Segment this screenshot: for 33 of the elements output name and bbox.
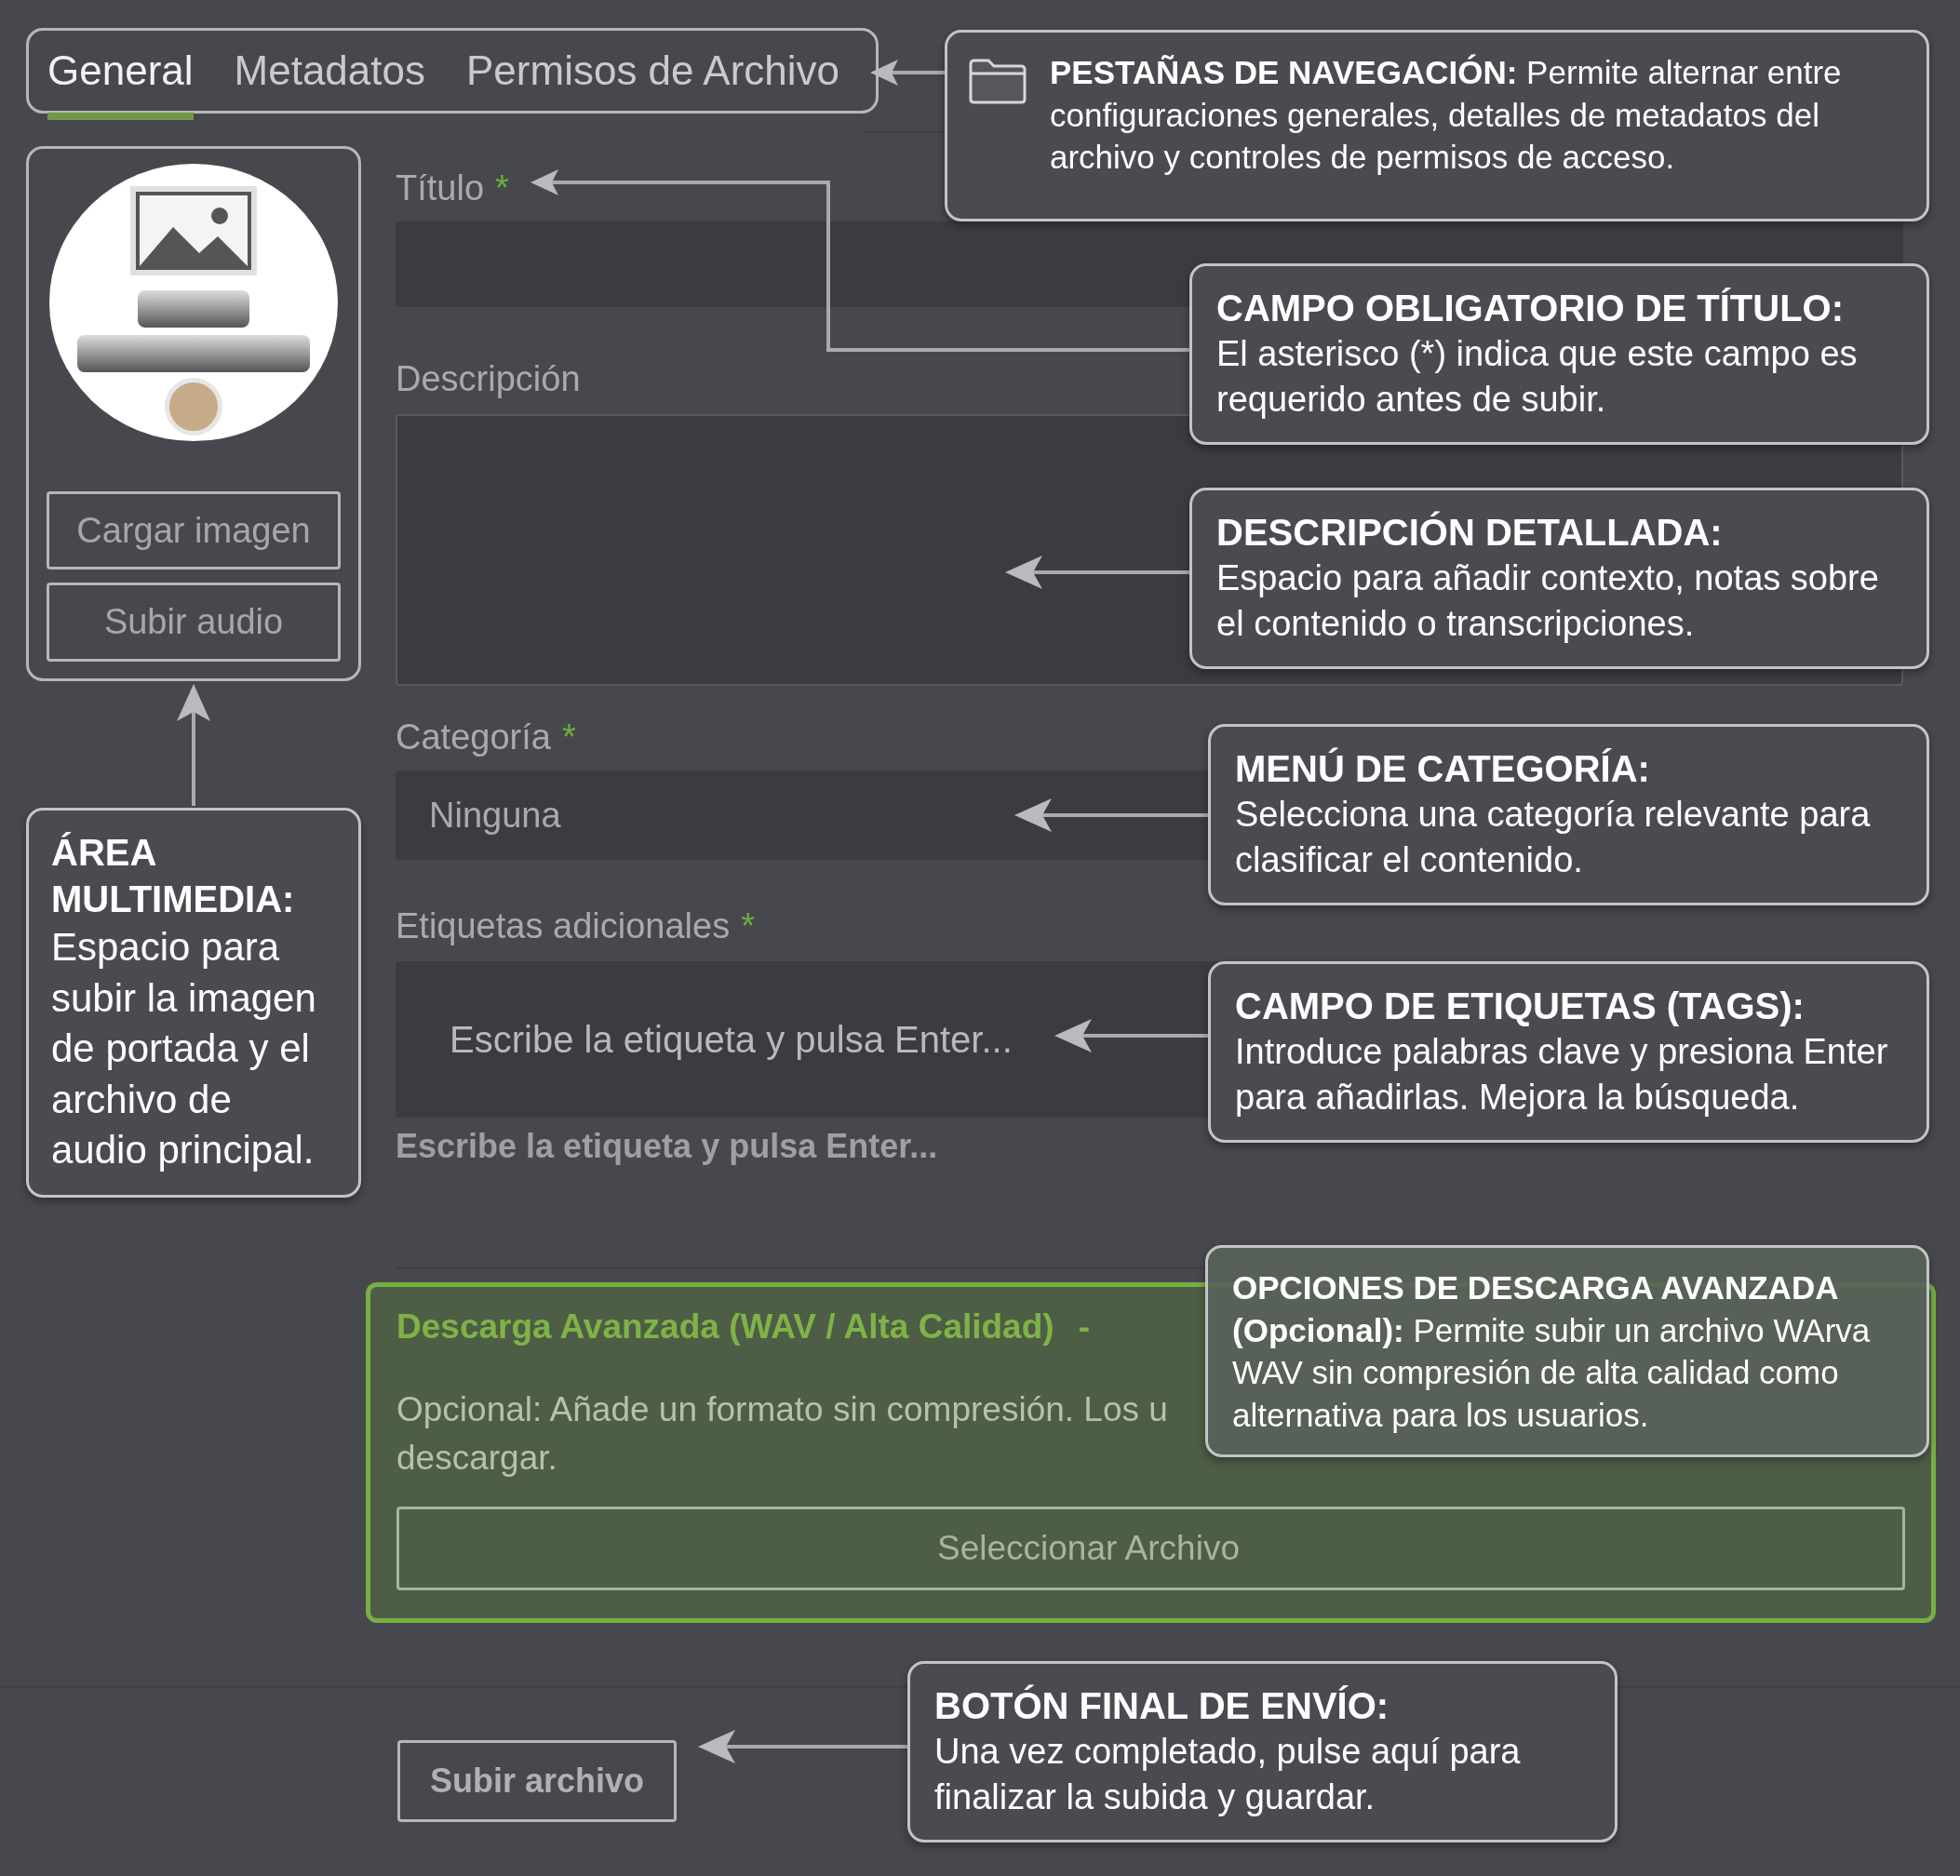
callout-text: Una vez completado, pulse aquí para finalizar la subida y guardar. (934, 1731, 1522, 1819)
callout-text: PESTAÑAS DE NAVEGACIÓN: Permite alternar entre configuraciones generales, detalles de metadatos del archivo y controles de permisos de acceso. (1050, 53, 1843, 177)
image-icon (128, 184, 259, 277)
upload-button[interactable]: Subir audio (47, 583, 341, 662)
callout-text: Introduce palabras clave y presiona Enter para añadirlas. Mejora la búsqueda. (1235, 1031, 1889, 1119)
required-mark: * (741, 906, 755, 946)
callout-text: Espacio para añadir contexto, notas sobre el contenido o transcripciones. (1216, 557, 1880, 646)
tab[interactable]: Permisos de Archivo (466, 47, 840, 94)
select-file-button[interactable]: Seleccionar Archivo (396, 1506, 1905, 1590)
panel-description: descargar. (396, 1437, 557, 1479)
collapse-toggle[interactable]: - (1078, 1306, 1090, 1347)
callout-title: CAMPO DE ETIQUETAS (TAGS): (1235, 985, 1806, 1028)
upload-button[interactable]: Cargar imagen (47, 490, 341, 570)
callout-title: DESCRIPCIÓN DETALLADA: (1216, 510, 1724, 555)
field-label: Categoría (396, 717, 551, 757)
field-label: Título (396, 168, 485, 208)
tags-hint: Escribe la etiqueta y pulsa Enter... (396, 1127, 939, 1166)
required-mark: * (495, 168, 509, 208)
folder-icon (968, 57, 1027, 105)
callout-title: ÁREA MULTIMEDIA: (51, 831, 296, 921)
submit-button[interactable]: Subir archivo (397, 1739, 677, 1822)
callout-title: BOTÓN FINAL DE ENVÍO: (934, 1683, 1390, 1728)
tab[interactable]: Metadatos (234, 47, 425, 94)
callout-title: CAMPO OBLIGATORIO DE TÍTULO: (1216, 287, 1846, 330)
callout-text: OPCIONES DE DESCARGA AVANZADA (Opcional): Permite subir un archivo WArva WAV sin compresión de alta calidad como alternativa para los usuarios. (1232, 1268, 1872, 1435)
field-label: Descripción (396, 359, 581, 399)
tab[interactable]: General (47, 47, 194, 94)
callout-text: El asterisco (*) indica que este campo es requerido antes de subir. (1216, 333, 1859, 422)
field-label: Etiquetas adicionales (396, 906, 731, 946)
panel-description: Opcional: Añade un formato sin compresión. Los u (396, 1388, 1168, 1430)
callout-text: Espacio para subir la imagen de portada y el archivo de audio principal. (51, 924, 317, 1174)
required-mark: * (561, 717, 576, 757)
panel-title: Descarga Avanzada (WAV / Alta Calidad) (396, 1306, 1054, 1347)
